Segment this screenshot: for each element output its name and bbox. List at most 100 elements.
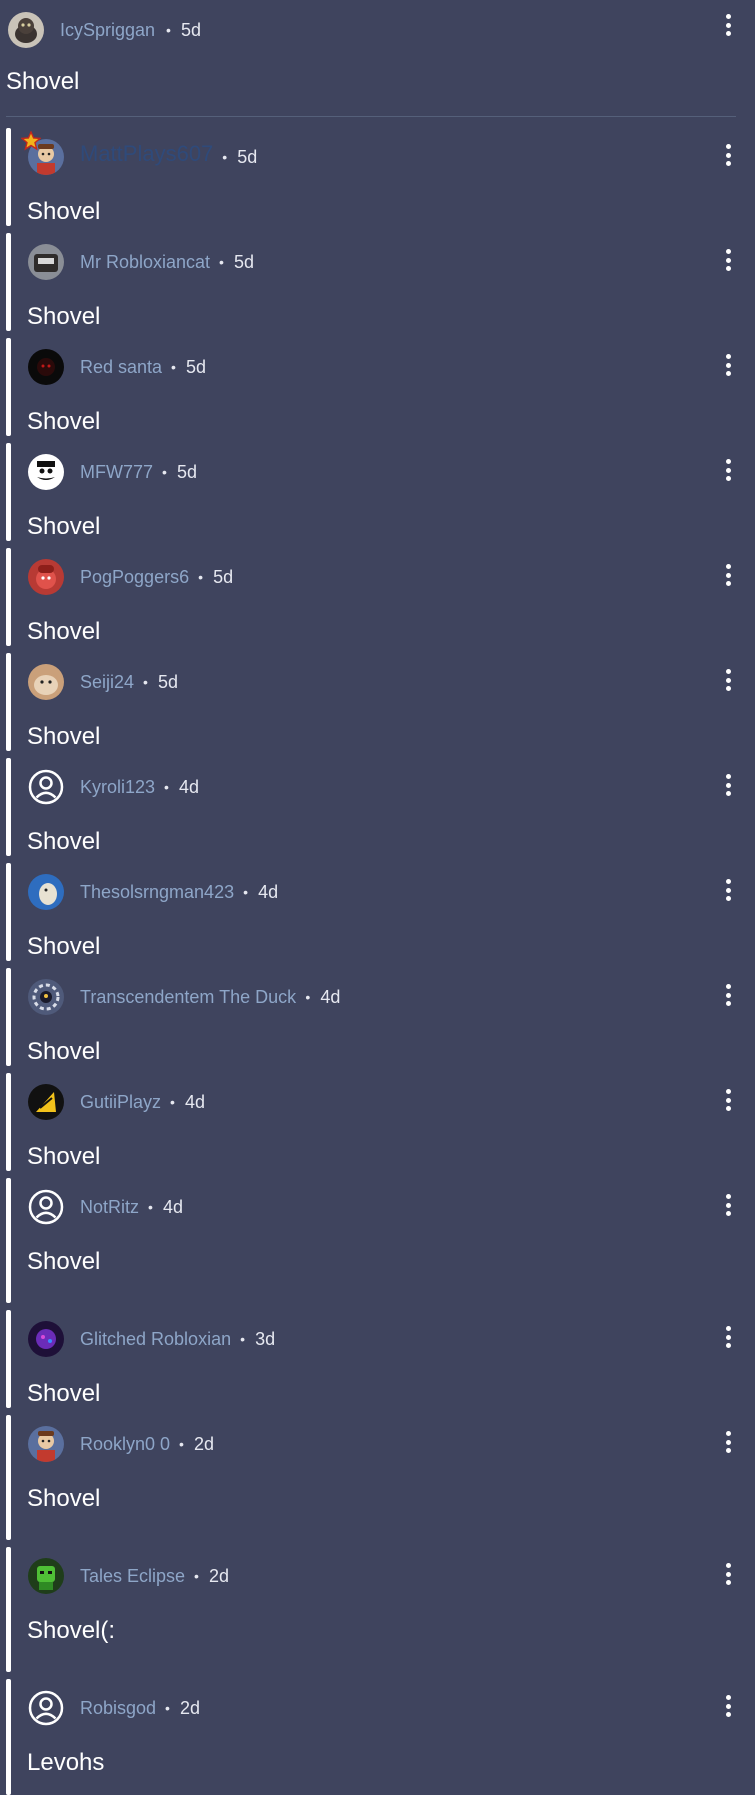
avatar[interactable] xyxy=(28,1084,64,1120)
username[interactable]: MattPlays607 xyxy=(80,143,213,165)
separator-dot: • xyxy=(162,464,167,480)
reply-comment: Glitched Robloxian • 3d Shovel xyxy=(0,1316,755,1416)
more-options-icon[interactable] xyxy=(723,14,733,36)
timestamp: 4d xyxy=(258,882,279,902)
separator-dot: • xyxy=(222,149,228,165)
comment-text: Shovel xyxy=(27,618,101,645)
more-options-icon[interactable] xyxy=(723,1431,733,1453)
separator-dot: • xyxy=(219,254,224,270)
timestamp: 4d xyxy=(185,1092,206,1112)
default-user-icon xyxy=(28,1690,64,1726)
more-options-icon[interactable] xyxy=(723,1563,733,1585)
username[interactable]: IcySpriggan xyxy=(60,20,155,40)
dark-avatar-icon xyxy=(28,349,64,385)
more-options-icon[interactable] xyxy=(723,669,733,691)
more-options-icon[interactable] xyxy=(723,1089,733,1111)
red-character-avatar-icon xyxy=(28,559,64,595)
reply-comment: Rooklyn0 0 • 2d Shovel xyxy=(0,1421,755,1521)
cat-avatar-icon xyxy=(8,12,44,48)
more-options-icon[interactable] xyxy=(723,564,733,586)
green-robot-avatar-icon xyxy=(28,1558,64,1594)
more-options-icon[interactable] xyxy=(723,984,733,1006)
separator-dot: • xyxy=(240,1331,245,1347)
avatar[interactable] xyxy=(28,1558,64,1594)
separator-dot: • xyxy=(166,22,171,38)
more-options-icon[interactable] xyxy=(723,459,733,481)
separator-dot: • xyxy=(148,1199,153,1215)
comment-text: Shovel xyxy=(27,1485,101,1512)
reply-comment: GutiiPlayz • 4d Shovel xyxy=(0,1079,755,1179)
separator-dot: • xyxy=(170,1094,175,1110)
username[interactable]: Mr Robloxiancat xyxy=(80,252,210,272)
reply-comment: Transcendentem The Duck • 4d Shovel xyxy=(0,974,755,1074)
separator-dot: • xyxy=(194,1568,199,1584)
avatar[interactable] xyxy=(28,454,64,490)
timestamp: 5d xyxy=(237,147,258,167)
reply-comment: NotRitz • 4d Shovel xyxy=(0,1184,755,1284)
timestamp: 2d xyxy=(180,1698,201,1718)
more-options-icon[interactable] xyxy=(723,1326,733,1348)
star-badge-icon xyxy=(20,130,42,156)
hamster-avatar-icon xyxy=(28,664,64,700)
avatar[interactable] xyxy=(28,559,64,595)
more-options-icon[interactable] xyxy=(723,354,733,376)
reply-comment: Kyroli123 • 4d Shovel xyxy=(0,764,755,864)
separator-dot: • xyxy=(179,1436,184,1452)
username[interactable]: Transcendentem The Duck xyxy=(80,987,296,1007)
comment-text: Shovel xyxy=(27,303,101,330)
timestamp: 2d xyxy=(209,1566,230,1586)
more-options-icon[interactable] xyxy=(723,144,733,166)
separator-dot: • xyxy=(305,989,311,1005)
avatar[interactable] xyxy=(28,1321,64,1357)
avatar[interactable] xyxy=(28,1426,64,1462)
comment-text: Shovel xyxy=(27,828,101,855)
avatar[interactable] xyxy=(28,664,64,700)
avatar[interactable] xyxy=(28,349,64,385)
divider xyxy=(6,116,736,117)
username[interactable]: GutiiPlayz xyxy=(80,1092,161,1112)
username[interactable]: Kyroli123 xyxy=(80,777,155,797)
comment-text: Shovel xyxy=(27,513,101,540)
timestamp: 3d xyxy=(255,1329,276,1349)
username[interactable]: Robisgod xyxy=(80,1698,156,1718)
separator-dot: • xyxy=(165,1700,170,1716)
timestamp: 5d xyxy=(181,20,202,40)
purple-avatar-icon xyxy=(28,1321,64,1357)
username[interactable]: NotRitz xyxy=(80,1197,139,1217)
avatar[interactable] xyxy=(28,1690,64,1726)
username[interactable]: Glitched Robloxian xyxy=(80,1329,231,1349)
username[interactable]: Seiji24 xyxy=(80,672,134,692)
comment-text: Shovel xyxy=(27,1248,101,1275)
comment-text: Shovel xyxy=(27,1143,101,1170)
avatar[interactable] xyxy=(28,979,64,1015)
username[interactable]: Red santa xyxy=(80,357,162,377)
reply-comment: Thesolsrngman423 • 4d Shovel xyxy=(0,869,755,969)
reply-comment: Red santa • 5d Shovel xyxy=(0,344,755,444)
username[interactable]: MFW777 xyxy=(80,462,153,482)
timestamp: 4d xyxy=(179,777,200,797)
avatar[interactable] xyxy=(8,12,44,48)
comment-text: Shovel xyxy=(6,68,80,95)
avatar[interactable] xyxy=(28,769,64,805)
cat-avatar-icon xyxy=(28,244,64,280)
username[interactable]: PogPoggers6 xyxy=(80,567,189,587)
more-options-icon[interactable] xyxy=(723,249,733,271)
reply-comment: Tales Eclipse • 2d Shovel(: xyxy=(0,1553,755,1653)
avatar[interactable] xyxy=(28,1189,64,1225)
username[interactable]: Rooklyn0 0 xyxy=(80,1434,170,1454)
timestamp: 2d xyxy=(194,1434,215,1454)
avatar[interactable] xyxy=(28,244,64,280)
avatar[interactable] xyxy=(28,874,64,910)
separator-dot: • xyxy=(143,674,148,690)
username[interactable]: Tales Eclipse xyxy=(80,1566,185,1586)
more-options-icon[interactable] xyxy=(723,774,733,796)
more-options-icon[interactable] xyxy=(723,1695,733,1717)
reply-comment: MattPlays607 • 5d Shovel xyxy=(0,130,755,234)
blue-dog-avatar-icon xyxy=(28,874,64,910)
timestamp: 5d xyxy=(158,672,179,692)
more-options-icon[interactable] xyxy=(723,879,733,901)
comment-text: Shovel xyxy=(27,1380,101,1407)
reply-comment: PogPoggers6 • 5d Shovel xyxy=(0,554,755,654)
username[interactable]: Thesolsrngman423 xyxy=(80,882,234,902)
more-options-icon[interactable] xyxy=(723,1194,733,1216)
